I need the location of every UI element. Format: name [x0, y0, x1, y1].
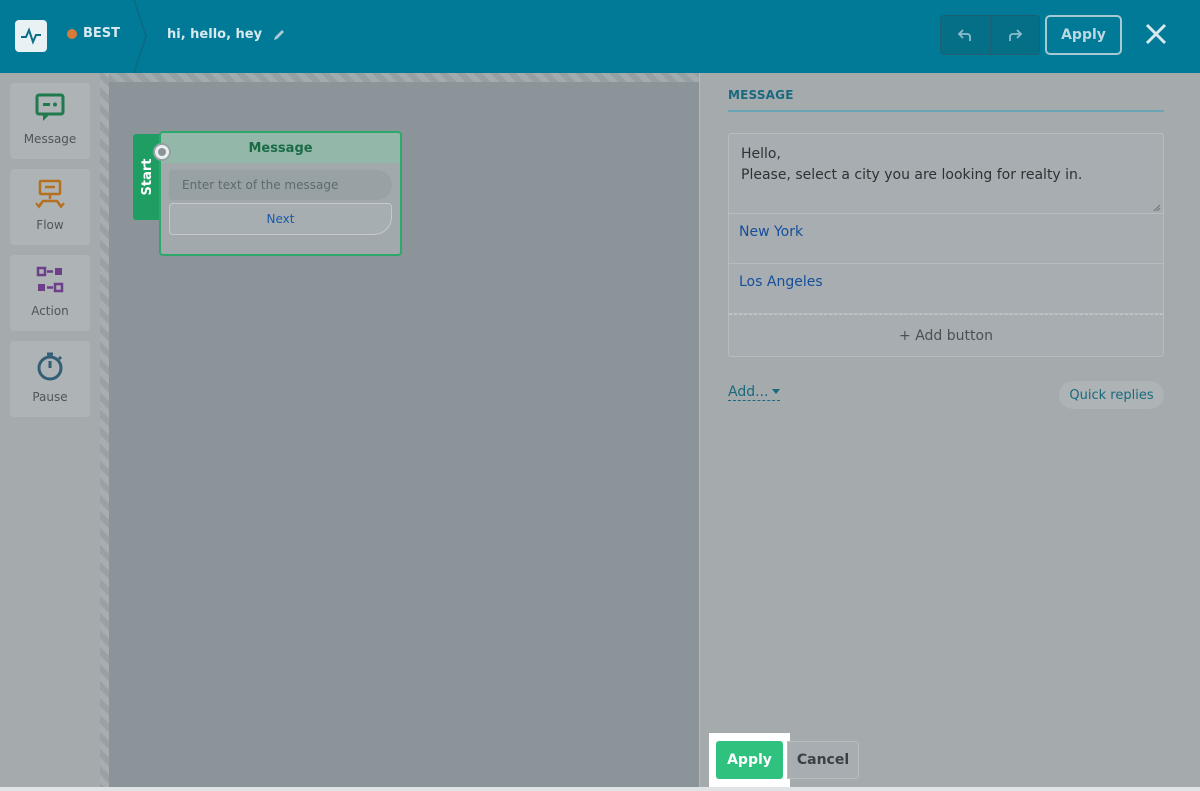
flow-title[interactable]: hi, hello, hey	[167, 27, 286, 42]
tool-flow-label: Flow	[36, 218, 64, 232]
app-logo-icon[interactable]	[15, 20, 47, 52]
panel-title-underline	[728, 110, 1164, 112]
node-next-button[interactable]: Next	[169, 203, 392, 235]
cancel-button[interactable]: Cancel	[787, 741, 859, 779]
tool-pause-label: Pause	[32, 390, 68, 404]
close-button[interactable]	[1142, 18, 1170, 50]
tool-flow[interactable]: Flow	[10, 169, 90, 245]
sidebar-edge	[100, 73, 109, 791]
add-menu-dropdown[interactable]: Add...	[728, 384, 781, 401]
redo-button[interactable]	[989, 16, 1039, 54]
message-editor: Hello, Please, select a city you are loo…	[728, 133, 1164, 357]
apply-header-button[interactable]: Apply	[1045, 15, 1122, 55]
flow-icon	[35, 179, 65, 209]
resize-grip-icon[interactable]	[1153, 204, 1161, 212]
history-controls	[940, 15, 1040, 55]
breadcrumb-separator-icon	[133, 0, 147, 73]
pencil-icon[interactable]	[272, 28, 286, 42]
message-button-los-angeles[interactable]: Los Angeles	[729, 264, 1163, 314]
panel-title: MESSAGE	[728, 88, 794, 102]
flow-name: hi, hello, hey	[167, 27, 263, 42]
tool-message[interactable]: Message	[10, 83, 90, 159]
top-bar: BEST hi, hello, hey Apply	[0, 0, 1200, 73]
node-message-placeholder[interactable]: Enter text of the message	[169, 170, 392, 200]
pause-timer-icon	[37, 352, 63, 381]
apply-button[interactable]: Apply	[716, 741, 783, 779]
add-button[interactable]: + Add button	[729, 314, 1163, 356]
quick-replies-button[interactable]: Quick replies	[1059, 381, 1164, 409]
message-textarea[interactable]: Hello, Please, select a city you are loo…	[729, 134, 1163, 214]
bot-name: BEST	[83, 26, 121, 41]
tools-sidebar: Message Flow Action Pause	[0, 73, 100, 791]
bot-status[interactable]: BEST	[67, 26, 120, 41]
tool-action-label: Action	[31, 304, 69, 318]
add-menu-label: Add...	[728, 384, 769, 400]
status-dot-icon	[67, 28, 77, 39]
message-icon	[35, 93, 65, 121]
caret-down-icon	[772, 389, 781, 394]
canvas-top-edge	[109, 73, 699, 82]
message-node[interactable]: Message Enter text of the message Next	[153, 131, 402, 256]
tool-message-label: Message	[23, 132, 77, 146]
node-title: Message	[161, 133, 400, 163]
redo-icon	[1008, 29, 1023, 41]
undo-icon	[957, 29, 972, 41]
action-icon	[36, 266, 64, 293]
bottom-strip	[0, 787, 1200, 791]
undo-button[interactable]	[941, 16, 990, 54]
close-icon	[1145, 23, 1167, 45]
tool-action[interactable]: Action	[10, 255, 90, 331]
node-input-port-icon[interactable]	[153, 143, 171, 161]
message-button-new-york[interactable]: New York	[729, 214, 1163, 264]
tool-pause[interactable]: Pause	[10, 341, 90, 417]
